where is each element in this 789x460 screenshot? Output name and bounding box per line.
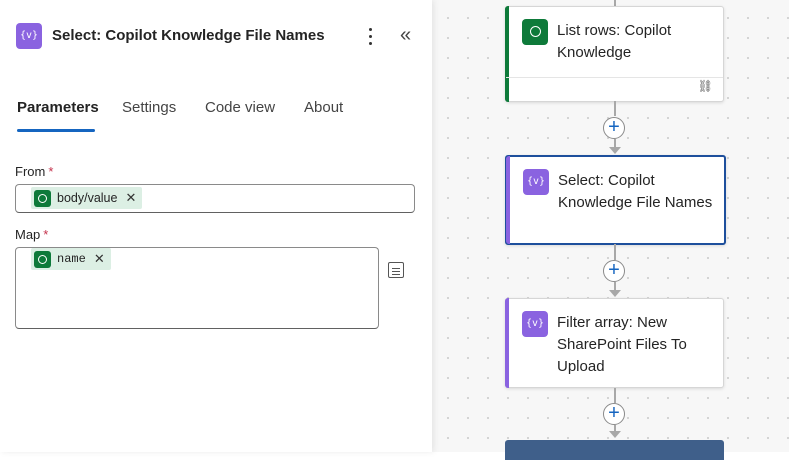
dataverse-icon bbox=[34, 250, 51, 268]
map-token[interactable]: name ✕ bbox=[31, 248, 111, 270]
tab-code-view[interactable]: Code view bbox=[205, 99, 275, 116]
collapse-panel-icon[interactable]: « bbox=[400, 23, 411, 47]
remove-token-icon[interactable]: ✕ bbox=[125, 190, 136, 206]
from-token[interactable]: body/value ✕ bbox=[31, 187, 143, 209]
map-token-label: name bbox=[57, 252, 86, 266]
arrow-down-icon bbox=[609, 290, 621, 297]
required-marker: * bbox=[48, 164, 54, 179]
tab-settings[interactable]: Settings bbox=[122, 99, 176, 116]
dataverse-icon bbox=[34, 189, 51, 207]
add-action-button[interactable]: + bbox=[603, 403, 625, 425]
more-options-icon[interactable] bbox=[366, 24, 374, 48]
data-operation-icon: {v} bbox=[523, 169, 549, 195]
link-icon: ⛓ bbox=[697, 79, 713, 93]
connector-line bbox=[614, 101, 616, 116]
card-divider bbox=[506, 77, 723, 78]
required-marker: * bbox=[43, 227, 49, 242]
data-operation-icon: {v} bbox=[522, 311, 548, 337]
remove-token-icon[interactable]: ✕ bbox=[94, 251, 105, 267]
card-title: Select: Copilot Knowledge File Names bbox=[558, 172, 713, 211]
flow-card-next[interactable] bbox=[505, 440, 724, 460]
from-label: From * bbox=[15, 164, 53, 179]
arrow-down-icon bbox=[609, 431, 621, 438]
from-label-text: From bbox=[15, 164, 46, 179]
tab-parameters[interactable]: Parameters bbox=[17, 99, 99, 116]
card-accent-bar bbox=[506, 156, 510, 244]
flow-card-list-rows[interactable]: List rows: Copilot Knowledge ⛓ bbox=[505, 6, 724, 102]
panel-title[interactable]: Select: Copilot Knowledge File Names bbox=[52, 27, 325, 44]
flow-canvas[interactable]: List rows: Copilot Knowledge ⛓ + {v} Sel… bbox=[432, 0, 789, 460]
card-title: Filter array: New SharePoint Files To Up… bbox=[557, 314, 687, 375]
active-tab-indicator bbox=[17, 129, 95, 132]
data-operation-icon: {v} bbox=[16, 23, 42, 49]
connector-line bbox=[614, 388, 616, 403]
arrow-down-icon bbox=[609, 147, 621, 154]
map-label: Map * bbox=[15, 227, 48, 242]
add-action-button[interactable]: + bbox=[603, 260, 625, 282]
map-label-text: Map bbox=[15, 227, 41, 242]
action-details-panel: {v} Select: Copilot Knowledge File Names… bbox=[0, 0, 432, 452]
dataverse-icon bbox=[522, 19, 548, 45]
panel-header: {v} Select: Copilot Knowledge File Names… bbox=[16, 23, 432, 51]
flow-card-select[interactable]: {v} Select: Copilot Knowledge File Names bbox=[505, 155, 726, 245]
add-action-button[interactable]: + bbox=[603, 117, 625, 139]
card-accent-bar bbox=[505, 298, 509, 388]
flow-card-filter-array[interactable]: {v} Filter array: New SharePoint Files T… bbox=[505, 298, 724, 388]
connector-line bbox=[614, 282, 616, 290]
from-input[interactable]: body/value ✕ bbox=[15, 184, 415, 213]
card-title: List rows: Copilot Knowledge bbox=[557, 22, 672, 61]
switch-to-text-mode-icon[interactable] bbox=[388, 262, 404, 278]
card-accent-bar bbox=[505, 6, 509, 102]
map-input[interactable]: name ✕ bbox=[15, 247, 379, 329]
connector-line bbox=[614, 139, 616, 147]
from-token-label: body/value bbox=[57, 191, 118, 205]
connector-line bbox=[614, 244, 616, 260]
tab-about[interactable]: About bbox=[304, 99, 343, 116]
